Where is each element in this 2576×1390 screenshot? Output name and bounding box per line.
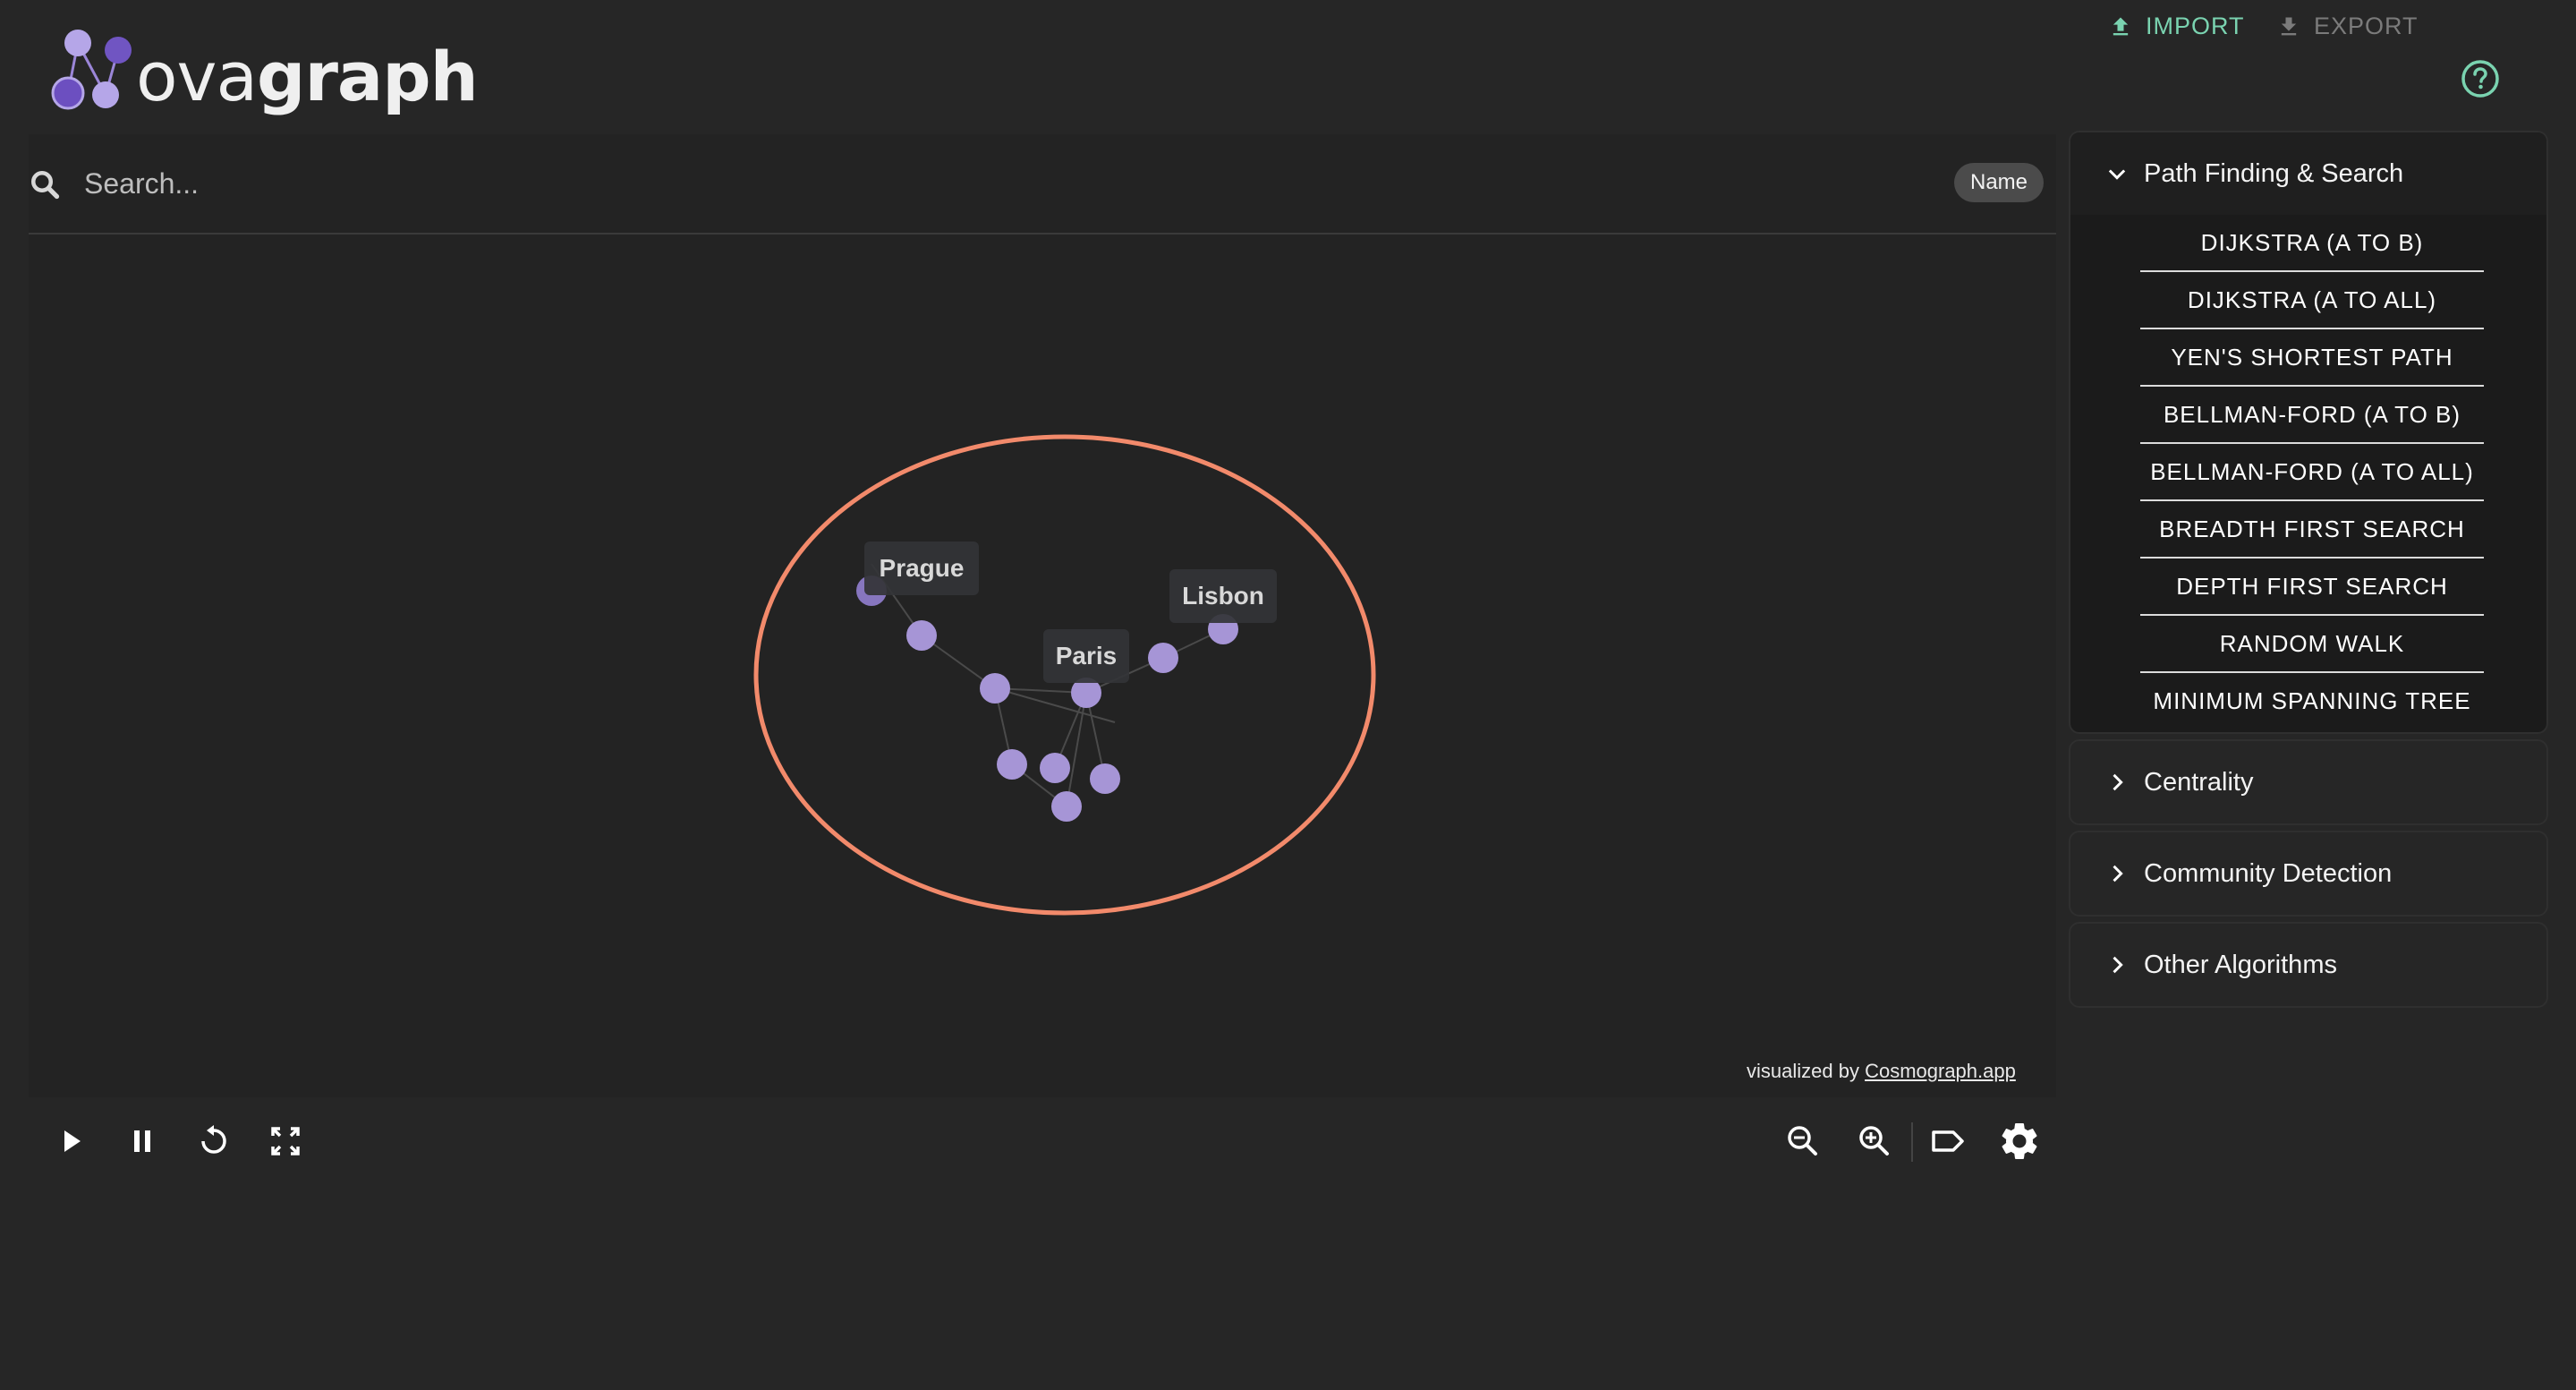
- import-button[interactable]: IMPORT: [2108, 13, 2245, 40]
- section-centrality: Centrality: [2069, 739, 2548, 825]
- logo-mark-icon: [51, 30, 132, 110]
- section-header-other-algorithms[interactable]: Other Algorithms: [2070, 924, 2546, 1006]
- algorithm-dijkstra-a-to-all[interactable]: DIJKSTRA (A TO ALL): [2140, 272, 2484, 329]
- node-label-lisbon: Lisbon: [1182, 582, 1264, 610]
- section-path-finding: Path Finding & Search DIJKSTRA (A TO B) …: [2069, 131, 2548, 734]
- controls-divider: [1911, 1122, 1913, 1162]
- node-labels: Prague Paris Lisbon: [864, 542, 1277, 683]
- search-bar: Name: [29, 134, 2056, 235]
- ovagraph-logo: ovagraph: [47, 27, 479, 125]
- section-header-centrality[interactable]: Centrality: [2070, 741, 2546, 823]
- section-other-algorithms: Other Algorithms: [2069, 922, 2548, 1008]
- graph-controls: [29, 1110, 2056, 1173]
- algorithms-panel: Path Finding & Search DIJKSTRA (A TO B) …: [2069, 131, 2548, 1013]
- pause-icon: [134, 1130, 150, 1152]
- chevron-right-icon: [2113, 773, 2123, 791]
- algorithm-dijkstra-a-to-b[interactable]: DIJKSTRA (A TO B): [2140, 215, 2484, 272]
- restart-button[interactable]: [191, 1119, 236, 1164]
- algorithm-list: DIJKSTRA (A TO B) DIJKSTRA (A TO ALL) YE…: [2070, 215, 2546, 732]
- graph-node[interactable]: [906, 620, 937, 651]
- graph-node[interactable]: [1051, 791, 1082, 822]
- zoom-in-button[interactable]: [1852, 1119, 1897, 1164]
- graph-node[interactable]: [1090, 763, 1120, 794]
- chevron-down-icon: [2108, 169, 2126, 180]
- section-header-path-finding[interactable]: Path Finding & Search: [2070, 132, 2546, 215]
- play-icon: [64, 1130, 81, 1152]
- algorithm-bellman-ford-a-to-all[interactable]: BELLMAN-FORD (A TO ALL): [2140, 444, 2484, 501]
- export-button[interactable]: EXPORT: [2276, 13, 2419, 40]
- zoom-out-icon: [1788, 1126, 1817, 1155]
- algorithm-minimum-spanning-tree[interactable]: MINIMUM SPANNING TREE: [2140, 673, 2484, 729]
- download-icon: [2281, 17, 2297, 35]
- gear-icon: [2002, 1123, 2037, 1159]
- cosmograph-credit: visualized by Cosmograph.app: [1747, 1060, 2016, 1082]
- fullscreen-button[interactable]: [263, 1119, 308, 1164]
- zoom-out-button[interactable]: [1781, 1119, 1825, 1164]
- algorithm-breadth-first-search[interactable]: BREADTH FIRST SEARCH: [2140, 501, 2484, 559]
- graph-canvas[interactable]: Name: [29, 134, 2056, 1097]
- search-icon: [31, 171, 60, 200]
- graph-node[interactable]: [997, 749, 1027, 780]
- logo-text: ovagraph: [136, 37, 479, 116]
- zoom-in-icon: [1859, 1126, 1889, 1155]
- network-graph[interactable]: Prague Paris Lisbon: [29, 233, 2056, 1097]
- section-header-community-detection[interactable]: Community Detection: [2070, 832, 2546, 915]
- algorithm-depth-first-search[interactable]: DEPTH FIRST SEARCH: [2140, 559, 2484, 616]
- section-community-detection: Community Detection: [2069, 831, 2548, 917]
- chevron-right-icon: [2113, 865, 2123, 883]
- cosmograph-link[interactable]: Cosmograph.app: [1865, 1060, 2016, 1082]
- search-input[interactable]: [82, 159, 1786, 208]
- help-icon[interactable]: [2461, 59, 2500, 98]
- pause-button[interactable]: [120, 1119, 165, 1164]
- algorithm-bellman-ford-a-to-b[interactable]: BELLMAN-FORD (A TO B): [2140, 387, 2484, 444]
- chevron-right-icon: [2113, 956, 2123, 974]
- fullscreen-icon: [271, 1127, 300, 1155]
- graph-node[interactable]: [1148, 643, 1178, 673]
- settings-button[interactable]: [1997, 1119, 2042, 1164]
- restart-icon: [201, 1125, 226, 1154]
- graph-node[interactable]: [1040, 753, 1070, 783]
- upload-icon: [2113, 17, 2129, 35]
- graph-node[interactable]: [980, 673, 1010, 704]
- search-field-chip[interactable]: Name: [1954, 163, 2045, 202]
- play-button[interactable]: [48, 1119, 93, 1164]
- node-label-paris: Paris: [1056, 642, 1118, 669]
- labels-toggle-button[interactable]: [1926, 1119, 1970, 1164]
- header: ovagraph IMPORT EXPORT: [0, 0, 2576, 134]
- node-label-prague: Prague: [880, 554, 965, 582]
- algorithm-yens-shortest-path[interactable]: YEN'S SHORTEST PATH: [2140, 329, 2484, 387]
- algorithm-random-walk[interactable]: RANDOM WALK: [2140, 616, 2484, 673]
- label-icon: [1932, 1130, 1964, 1152]
